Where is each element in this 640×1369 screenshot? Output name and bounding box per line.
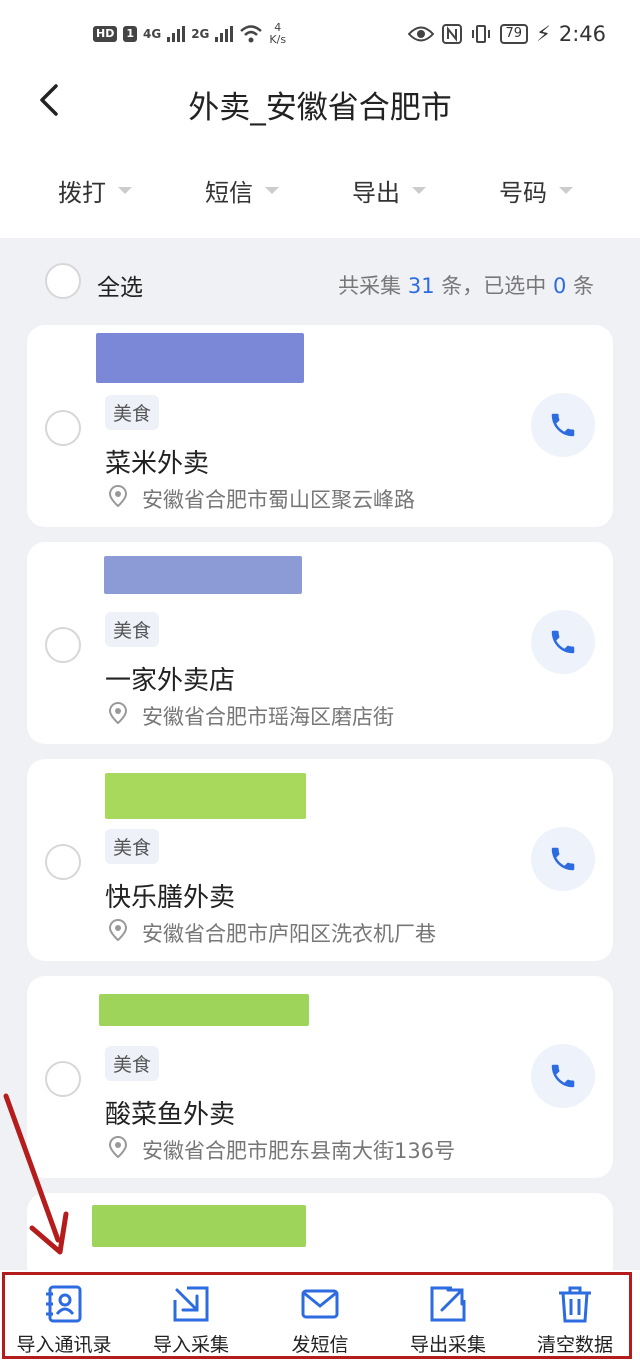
caret-down-icon [412, 186, 426, 194]
list-item[interactable]: 美食 一家外卖店 安徽省合肥市瑶海区磨店街 [27, 542, 613, 744]
sim-badge: 1 [123, 26, 137, 42]
eye-icon [407, 26, 434, 42]
selection-count: 共采集 31 条，已选中 0 条 [338, 270, 594, 300]
page-title: 外卖_安徽省合肥市 [188, 90, 452, 126]
call-button[interactable] [531, 1044, 595, 1108]
list-item[interactable]: 美食 菜米外卖 安徽省合肥市蜀山区聚云峰路 [27, 325, 613, 527]
call-button[interactable] [531, 827, 595, 891]
shop-name: 快乐膳外卖 [105, 883, 236, 913]
call-button[interactable] [531, 610, 595, 674]
item-radio[interactable] [45, 844, 81, 880]
net-speed: 4 K/s [269, 22, 286, 46]
signal-icon-2 [215, 26, 234, 42]
shop-address: 安徽省合肥市蜀山区聚云峰路 [142, 488, 415, 512]
signal-icon [167, 26, 186, 42]
shop-name: 酸菜鱼外卖 [105, 1100, 236, 1130]
call-button[interactable] [531, 393, 595, 457]
item-radio[interactable] [45, 627, 81, 663]
nfc-icon [441, 24, 462, 44]
filter-label: 拨打 [58, 178, 106, 207]
hd-badge: HD [93, 26, 118, 42]
battery-indicator: 79 [499, 24, 529, 44]
category-tag: 美食 [105, 1046, 160, 1081]
thumbnail-image [104, 556, 302, 594]
thumbnail-image [99, 994, 309, 1026]
clock: 2:46 [558, 22, 606, 46]
selected-count: 0 [552, 274, 567, 298]
net1-label: 4G [143, 27, 162, 41]
phone-icon [551, 413, 575, 437]
filter-bar: 拨打 短信 导出 号码 [0, 170, 640, 210]
thumbnail-image [96, 333, 304, 383]
category-tag: 美食 [105, 612, 160, 647]
count-suffix: 条 [573, 274, 594, 298]
shop-name: 一家外卖店 [105, 666, 236, 696]
caret-down-icon [559, 186, 573, 194]
filter-dial[interactable]: 拨打 [58, 170, 132, 210]
phone-icon [551, 630, 575, 654]
count-prefix: 共采集 [338, 274, 402, 298]
location-pin-icon [109, 485, 127, 507]
annotation-arrow-icon [3, 1093, 69, 1255]
caret-down-icon [118, 186, 132, 194]
annotation-highlight-frame [2, 1272, 632, 1359]
category-tag: 美食 [105, 829, 160, 864]
select-all-row: 全选 共采集 31 条，已选中 0 条 [0, 258, 640, 308]
filter-export[interactable]: 导出 [352, 170, 426, 210]
phone-icon [551, 1064, 575, 1088]
thumbnail-image [105, 773, 306, 819]
filter-label: 号码 [499, 178, 547, 207]
shop-address: 安徽省合肥市庐阳区洗衣机厂巷 [142, 922, 436, 946]
location-pin-icon [109, 1136, 127, 1158]
shop-name: 菜米外卖 [105, 449, 210, 479]
charging-icon: ⚡ [536, 22, 551, 46]
filter-number[interactable]: 号码 [499, 170, 573, 210]
total-count: 31 [407, 274, 435, 298]
vibrate-icon [471, 25, 490, 43]
filter-sms[interactable]: 短信 [205, 170, 279, 210]
list-item[interactable]: 美食 快乐膳外卖 安徽省合肥市庐阳区洗衣机厂巷 [27, 759, 613, 961]
thumbnail-image [92, 1205, 306, 1247]
count-mid: 条，已选中 [441, 274, 547, 298]
item-radio[interactable] [45, 410, 81, 446]
filter-label: 短信 [205, 178, 253, 207]
list-item[interactable]: 美食 酸菜鱼外卖 安徽省合肥市肥东县南大街136号 [27, 976, 613, 1178]
select-all-radio[interactable] [45, 263, 81, 299]
net2-label: 2G [191, 27, 210, 41]
shop-address: 安徽省合肥市瑶海区磨店街 [142, 705, 394, 729]
location-pin-icon [109, 919, 127, 941]
phone-icon [551, 847, 575, 871]
speed-unit: K/s [269, 33, 287, 46]
shop-address: 安徽省合肥市肥东县南大街136号 [142, 1139, 456, 1163]
select-all-label: 全选 [97, 275, 143, 301]
location-pin-icon [109, 702, 127, 724]
status-bar: HD 1 4G 2G 4 K/s 79 ⚡ 2:46 [0, 18, 640, 58]
category-tag: 美食 [105, 395, 160, 430]
wifi-icon [240, 25, 263, 43]
caret-down-icon [265, 186, 279, 194]
filter-label: 导出 [352, 178, 400, 207]
header: 外卖_安徽省合肥市 [0, 72, 640, 132]
